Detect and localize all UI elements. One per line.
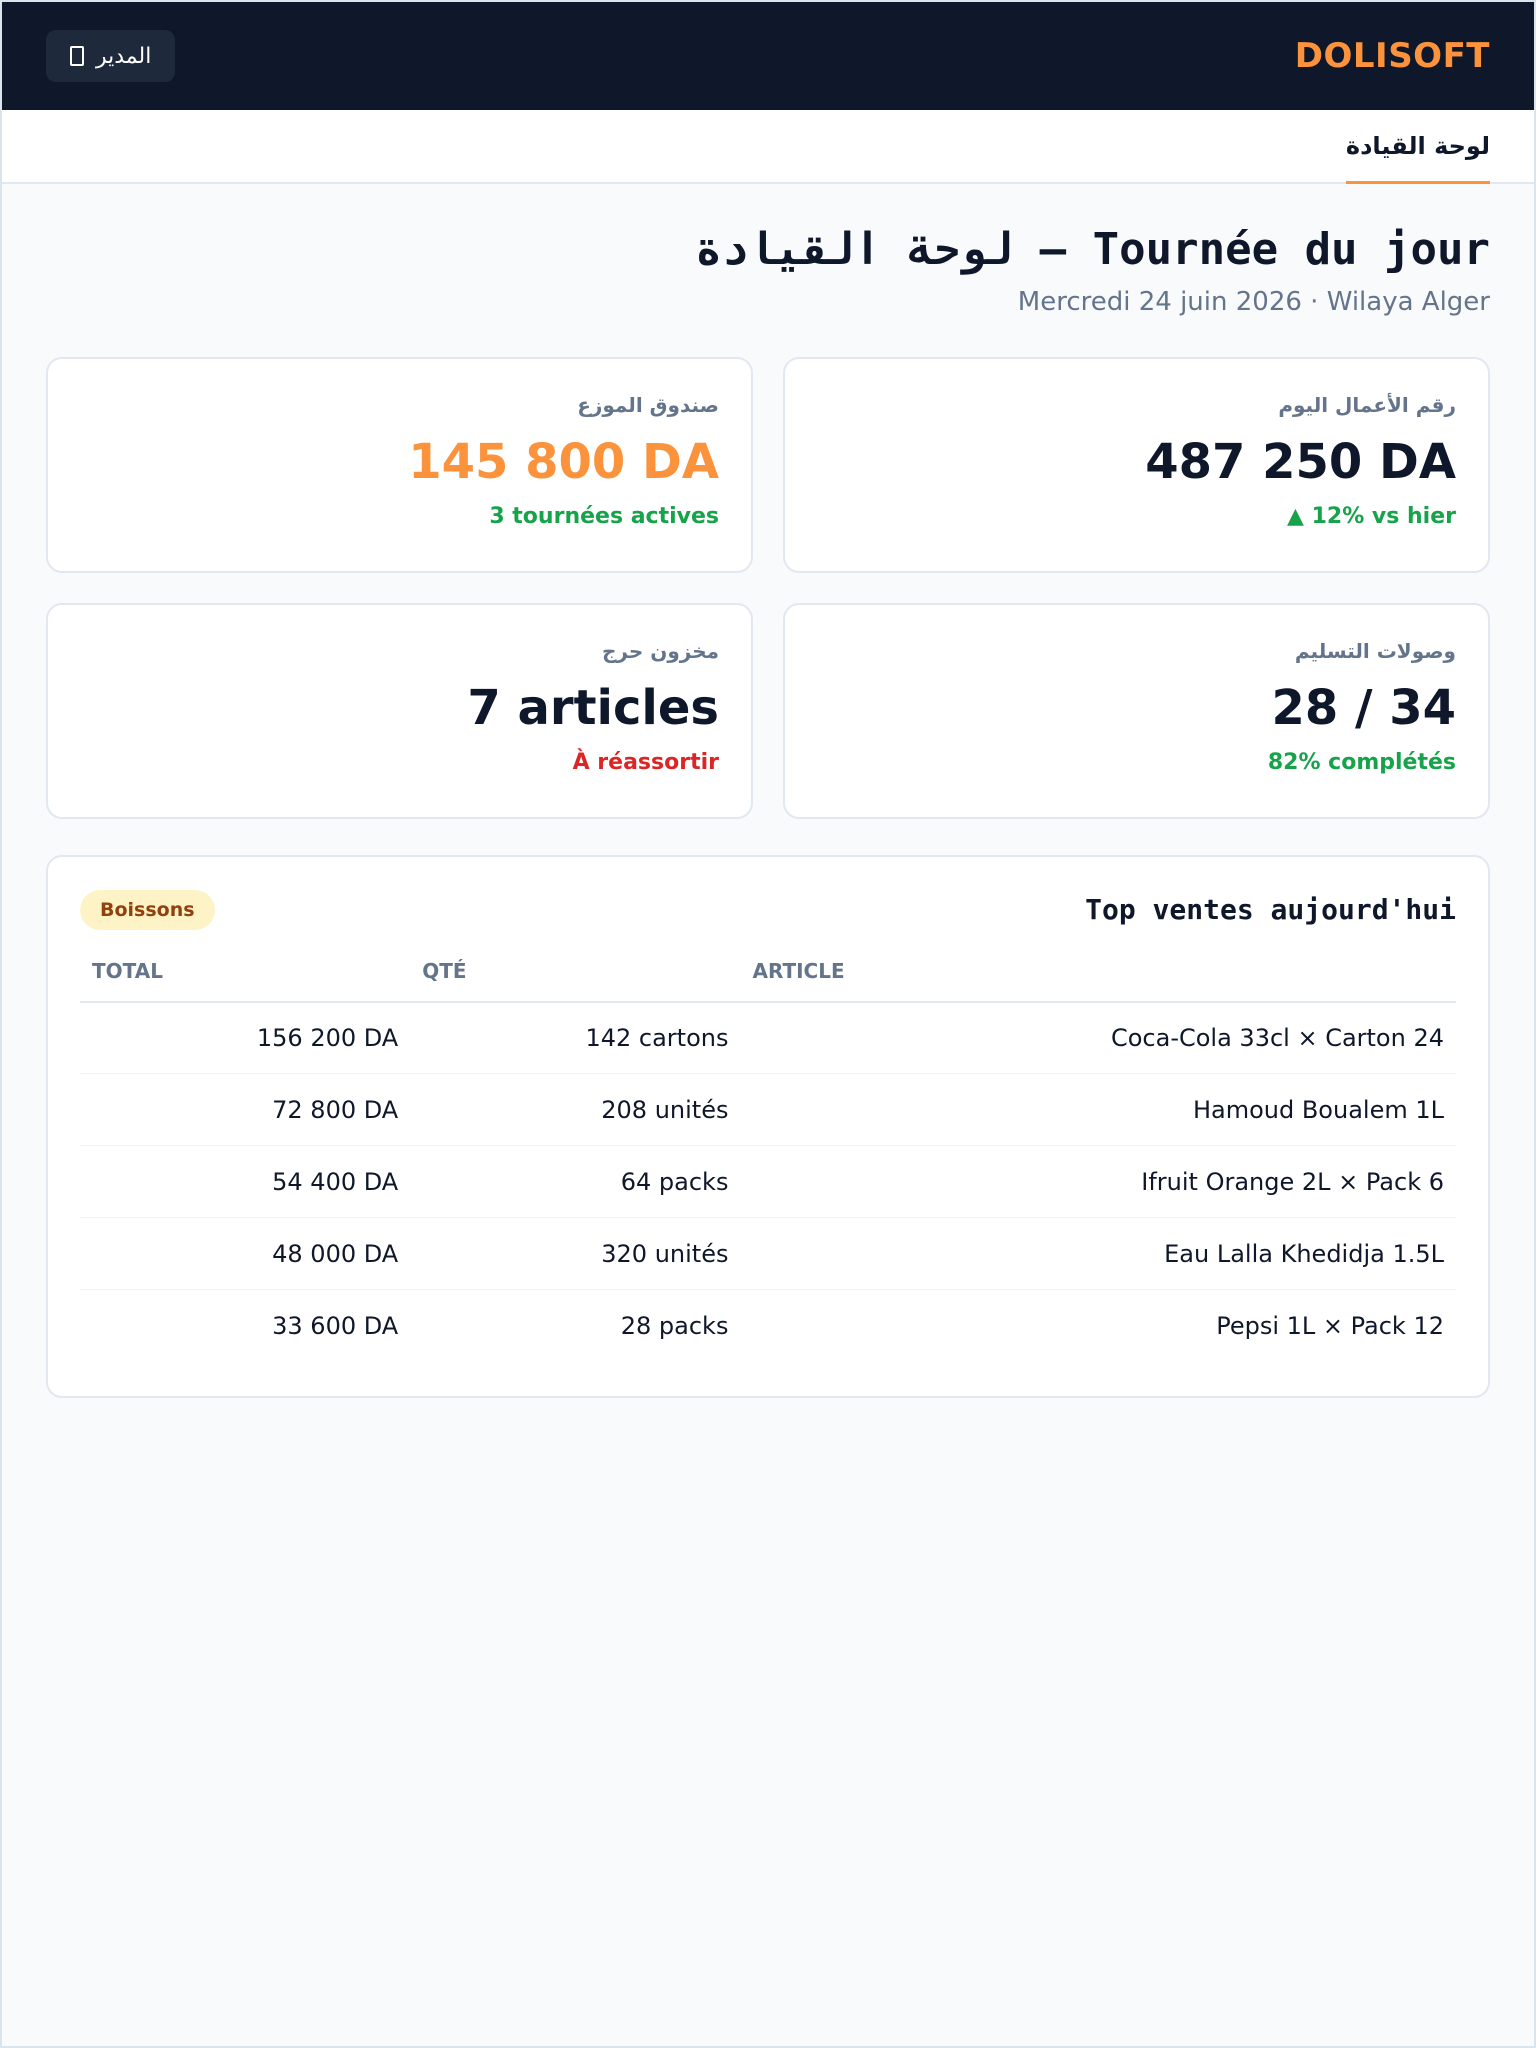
user-menu-button[interactable]: المدير: [46, 30, 176, 82]
user-icon: [70, 46, 84, 66]
column-header-total[interactable]: TOTAL: [80, 958, 411, 1003]
table-header-row: TOTAL QTÉ ARTICLE: [80, 958, 1456, 1003]
table-row[interactable]: 72 800 DA 208 unités Hamoud Boualem 1L: [80, 1073, 1456, 1147]
page-title: لوحة القيادة — Tournée du jour: [695, 224, 1490, 275]
tab-dashboard[interactable]: لوحة القيادة: [1345, 110, 1490, 184]
cell-total: 48 000 DA: [80, 1217, 411, 1291]
cell-qty: 320 unités: [410, 1217, 741, 1291]
cell-qty: 64 packs: [410, 1145, 741, 1219]
cell-article: Pepsi 1L × Pack 12: [1216, 1312, 1444, 1341]
brand-logo[interactable]: DOLISOFT: [1295, 36, 1490, 76]
cell-total: 72 800 DA: [80, 1073, 411, 1147]
kpi-card-critical-stock[interactable]: مخزون حرج 7 articles À réassortir: [46, 602, 753, 819]
table-row[interactable]: 33 600 DA 28 packs Pepsi 1L × Pack 12: [80, 1290, 1456, 1362]
panel-header: Boissons Top ventes aujourd'hui: [80, 887, 1456, 933]
kpi-note: 3 tournées actives: [489, 503, 719, 529]
cell-total: 156 200 DA: [80, 1001, 411, 1075]
kpi-card-revenue-today[interactable]: رقم الأعمال اليوم 487 250 DA ▲ 12% vs hi…: [783, 356, 1490, 573]
cell-article: Coca-Cola 33cl × Carton 24: [740, 1001, 1456, 1075]
kpi-note: 82% complétés: [1267, 749, 1456, 775]
kpi-card-delivery-notes[interactable]: وصولات التسليم 28 / 34 82% complétés: [783, 602, 1490, 819]
page-header: لوحة القيادة — Tournée du jour Mercredi …: [2, 184, 1534, 317]
kpi-card-distributor-cash[interactable]: صندوق الموزع 145 800 DA 3 tournées activ…: [46, 356, 753, 573]
kpi-label: وصولات التسليم: [1294, 638, 1456, 663]
cell-total: 54 400 DA: [80, 1145, 411, 1219]
kpi-label: صندوق الموزع: [577, 392, 719, 417]
kpi-value: 145 800 DA: [408, 433, 719, 490]
kpi-note: À réassortir: [572, 749, 719, 775]
cell-qty: 208 unités: [410, 1073, 741, 1147]
table-row[interactable]: 156 200 DA 142 cartons Coca-Cola 33cl × …: [80, 1001, 1456, 1075]
kpi-note: ▲ 12% vs hier: [1287, 503, 1456, 529]
kpi-grid: صندوق الموزع 145 800 DA 3 tournées activ…: [2, 317, 1534, 819]
user-label: المدير: [96, 43, 152, 69]
category-badge[interactable]: Boissons: [80, 889, 215, 930]
top-bar: المدير DOLISOFT: [2, 2, 1534, 110]
kpi-value: 7 articles: [467, 679, 719, 736]
cell-article: Hamoud Boualem 1L: [740, 1073, 1456, 1147]
kpi-label: رقم الأعمال اليوم: [1278, 392, 1456, 417]
nav-bar: لوحة القيادة: [2, 110, 1534, 184]
table-row[interactable]: 54 400 DA 64 packs Ifruit Orange 2L × Pa…: [80, 1145, 1456, 1219]
cell-qty: 28 packs: [620, 1312, 729, 1341]
column-header-article[interactable]: ARTICLE: [740, 958, 1456, 1003]
top-sales-panel: Boissons Top ventes aujourd'hui TOTAL QT…: [46, 854, 1490, 1398]
cell-qty: 142 cartons: [410, 1001, 741, 1075]
kpi-value: 28 / 34: [1271, 679, 1456, 736]
kpi-value: 487 250 DA: [1145, 433, 1456, 490]
cell-total: 33 600 DA: [272, 1312, 399, 1341]
column-header-qty[interactable]: QTÉ: [410, 958, 741, 1003]
panel-title: Top ventes aujourd'hui: [1085, 893, 1456, 927]
cell-article: Ifruit Orange 2L × Pack 6: [740, 1145, 1456, 1219]
top-sales-table: TOTAL QTÉ ARTICLE 156 200 DA 142 cartons…: [80, 958, 1456, 1362]
page-subtitle: Mercredi 24 juin 2026 · Wilaya Alger: [1017, 286, 1490, 317]
kpi-label: مخزون حرج: [602, 638, 719, 663]
cell-article: Eau Lalla Khedidja 1.5L: [740, 1217, 1456, 1291]
table-row[interactable]: 48 000 DA 320 unités Eau Lalla Khedidja …: [80, 1217, 1456, 1291]
